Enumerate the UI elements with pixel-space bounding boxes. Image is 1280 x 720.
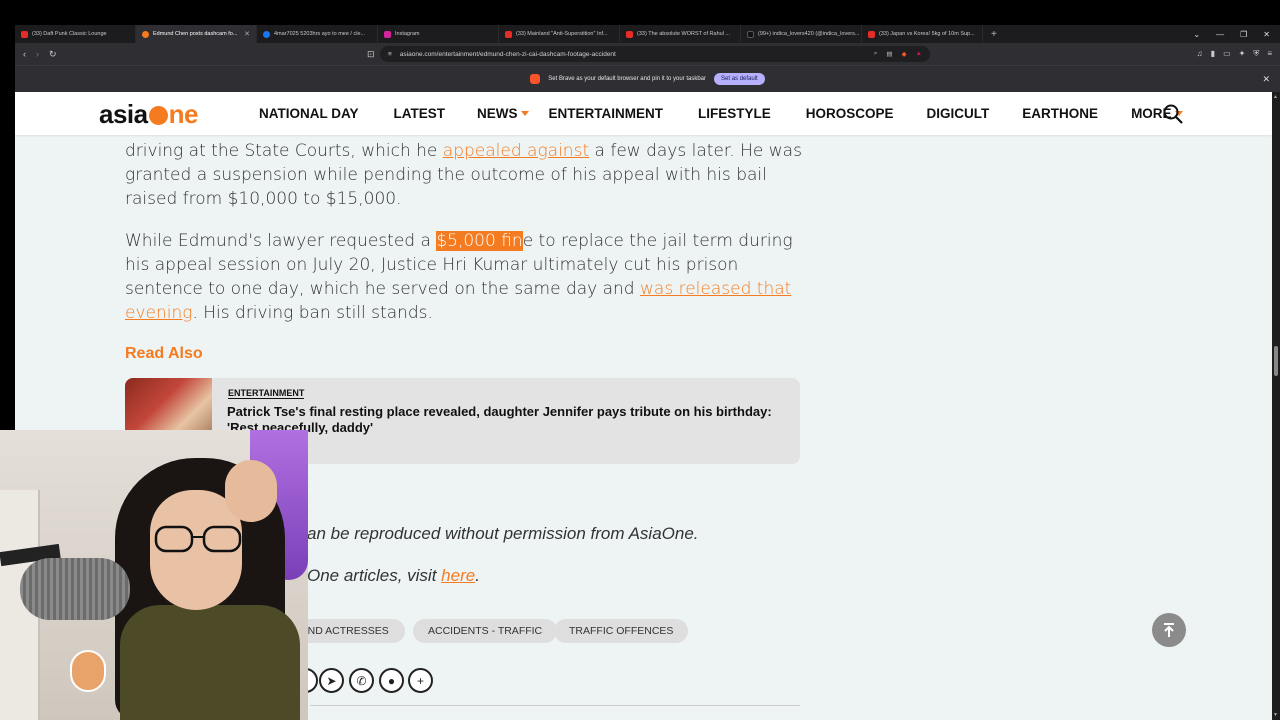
infobar-text: Set Brave as your default browser and pi… bbox=[548, 76, 707, 82]
site-nav: asia ne NATIONAL DAY LATEST NEWS ENTERTAI… bbox=[15, 92, 1272, 135]
nav-earthone[interactable]: EARTHONE bbox=[1022, 106, 1098, 121]
here-link[interactable]: here bbox=[441, 566, 475, 585]
default-browser-infobar: Set Brave as your default browser and pi… bbox=[15, 65, 1280, 92]
copyright-note: an be reproduced without permission from… bbox=[307, 524, 699, 543]
card-title[interactable]: Patrick Tse's final resting place reveal… bbox=[227, 404, 787, 436]
youtube-icon bbox=[626, 30, 633, 38]
browser-tab[interactable]: Instagram bbox=[378, 25, 499, 43]
browser-tab[interactable]: (33) Daft Punk Classic Lounge bbox=[15, 25, 136, 43]
bookmark-icon[interactable]: ⊡ bbox=[367, 49, 375, 60]
arrow-up-icon bbox=[1164, 623, 1174, 637]
browser-tab[interactable]: (33) The absolute WORST of Rahul ... bbox=[620, 25, 741, 43]
tiktok-icon bbox=[747, 30, 754, 38]
asiaone-logo[interactable]: asia ne bbox=[99, 99, 198, 130]
youtube-icon bbox=[505, 30, 512, 38]
browser-tab[interactable]: (99+) indica_lovers420 (@indica_lovers..… bbox=[741, 25, 862, 43]
nav-lifestyle[interactable]: LIFESTYLE bbox=[698, 106, 771, 121]
youtube-icon bbox=[868, 30, 875, 38]
site-info-icon[interactable]: ≡ bbox=[388, 51, 392, 58]
browser-tab[interactable]: (33) Mainland "Anti-Superstition" Inf... bbox=[499, 25, 620, 43]
selected-text: $5,000 fin bbox=[436, 231, 523, 251]
more-articles-note: One articles, visit here. bbox=[307, 566, 480, 585]
divider bbox=[310, 705, 800, 706]
browser-tab-active[interactable]: Edmund Chen posts dashcam fo... ✕ bbox=[136, 25, 257, 43]
browser-tab-bar: (33) Daft Punk Classic Lounge Edmund Che… bbox=[15, 25, 1280, 43]
brave-lion-icon bbox=[530, 74, 541, 84]
browser-tab[interactable]: 4mar7025 5203hrs ayo to mee / cle... bbox=[257, 25, 378, 43]
card-category[interactable]: ENTERTAINMENT bbox=[228, 388, 305, 399]
forward-icon[interactable]: › bbox=[36, 49, 39, 59]
tab-search-icon[interactable]: ⌄ bbox=[1193, 30, 1200, 39]
logo-dot bbox=[148, 106, 168, 125]
nav-horoscope[interactable]: HOROSCOPE bbox=[806, 106, 894, 121]
search-icon[interactable] bbox=[1163, 104, 1183, 124]
back-to-top-button[interactable] bbox=[1152, 613, 1186, 647]
tag-traffic-offences[interactable]: TRAFFIC OFFENCES bbox=[554, 619, 689, 643]
webcam-microphone bbox=[20, 558, 130, 620]
browser-toolbar: ‹ › ↻ ⊡ ≡ asiaone.com/entertainment/edmu… bbox=[15, 43, 1280, 65]
tag-accidents-traffic[interactable]: ACCIDENTS - TRAFFIC bbox=[413, 619, 558, 643]
read-also-heading: Read Also bbox=[125, 345, 203, 362]
set-default-button[interactable]: Set as default bbox=[714, 73, 765, 85]
page-scrollbar[interactable]: ▲ ▼ bbox=[1272, 92, 1280, 720]
nav-menu: NATIONAL DAY LATEST NEWS ENTERTAINMENT L… bbox=[259, 92, 1183, 135]
infobar-close-icon[interactable]: ✕ bbox=[1262, 74, 1270, 85]
close-tab-icon[interactable]: ✕ bbox=[244, 30, 250, 38]
nav-news[interactable]: NEWS bbox=[477, 106, 529, 121]
webcam-glasses bbox=[154, 525, 242, 553]
window-controls: ⌄ — ❐ ✕ bbox=[1193, 30, 1280, 39]
media-icon[interactable]: ♫ bbox=[1197, 49, 1203, 59]
reload-icon[interactable]: ↻ bbox=[49, 49, 57, 60]
screen: (33) Daft Punk Classic Lounge Edmund Che… bbox=[0, 0, 1280, 720]
browser-tab[interactable]: (33) Japan vs Korea! 5kg of 10m Sup... bbox=[862, 25, 983, 43]
close-window-icon[interactable]: ✕ bbox=[1263, 30, 1270, 39]
reddit-icon[interactable]: ● bbox=[379, 668, 404, 693]
scrollbar-thumb[interactable] bbox=[1274, 346, 1278, 376]
article-paragraph: driving at the State Courts, which he ap… bbox=[125, 141, 802, 209]
toolbar-right: ♫ ▮ ▭ ✦ ⛨ ≡ bbox=[1197, 49, 1272, 59]
nav-latest[interactable]: LATEST bbox=[394, 106, 446, 121]
webcam-person-body bbox=[120, 605, 300, 720]
appealed-against-link[interactable]: appealed against bbox=[443, 141, 589, 161]
webcam-overlay bbox=[0, 430, 308, 720]
youtube-icon bbox=[21, 30, 28, 38]
extensions-icon[interactable]: ✦ bbox=[1239, 49, 1246, 59]
maximize-icon[interactable]: ❐ bbox=[1240, 30, 1247, 39]
url-text: asiaone.com/entertainment/edmund-chen-zi… bbox=[399, 50, 616, 58]
sidebar-icon[interactable]: ▮ bbox=[1211, 49, 1215, 59]
webcam-person-hand bbox=[225, 460, 277, 522]
telegram-icon[interactable]: ➤ bbox=[319, 668, 344, 693]
facebook-icon bbox=[263, 30, 270, 38]
nav-national-day[interactable]: NATIONAL DAY bbox=[259, 106, 359, 121]
reader-icon[interactable]: ▤ bbox=[886, 50, 892, 58]
scroll-up-icon[interactable]: ▲ bbox=[1273, 94, 1278, 100]
brave-rewards-icon[interactable]: ▲ bbox=[916, 50, 922, 58]
webcam-dog-charm bbox=[70, 650, 106, 692]
brave-shields-icon[interactable]: ◆ bbox=[902, 50, 907, 58]
wallet-icon[interactable]: ▭ bbox=[1223, 49, 1231, 59]
whatsapp-icon[interactable]: ✆ bbox=[349, 668, 374, 693]
more-share-icon[interactable]: + bbox=[408, 668, 433, 693]
menu-icon[interactable]: ≡ bbox=[1267, 49, 1272, 59]
asiaone-icon bbox=[142, 30, 149, 38]
instagram-icon bbox=[384, 30, 391, 38]
vpn-icon[interactable]: ⛨ bbox=[1253, 49, 1259, 59]
address-bar[interactable]: ≡ asiaone.com/entertainment/edmund-chen-… bbox=[380, 46, 930, 62]
new-tab-icon[interactable]: + bbox=[983, 29, 1005, 40]
nav-digicult[interactable]: DIGICULT bbox=[927, 106, 990, 121]
nav-entertainment[interactable]: ENTERTAINMENT bbox=[549, 106, 664, 121]
zoom-icon[interactable]: ⌕ bbox=[874, 50, 878, 58]
chevron-down-icon bbox=[520, 111, 529, 116]
back-icon[interactable]: ‹ bbox=[23, 49, 26, 59]
minimize-icon[interactable]: — bbox=[1216, 30, 1224, 39]
scroll-down-icon[interactable]: ▼ bbox=[1273, 712, 1278, 718]
article-paragraph: While Edmund's lawyer requested a $5,000… bbox=[125, 231, 793, 323]
